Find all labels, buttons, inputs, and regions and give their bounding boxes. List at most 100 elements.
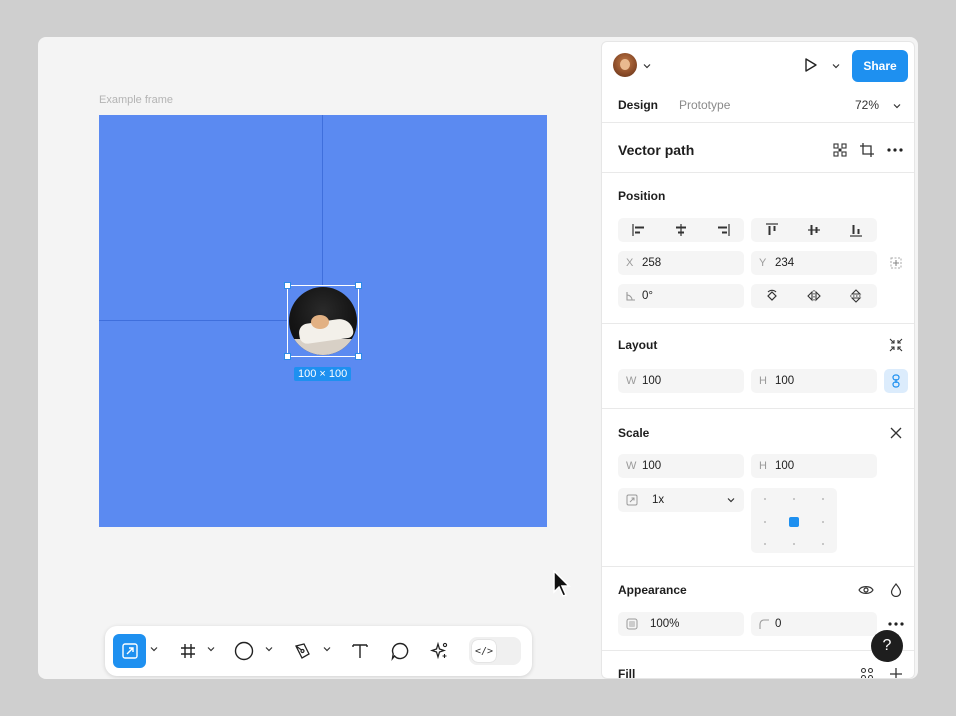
align-top-button[interactable]: [751, 218, 793, 242]
avatar[interactable]: [613, 53, 637, 77]
tab-prototype[interactable]: Prototype: [679, 98, 730, 112]
divider: [602, 122, 914, 123]
width-value: 100: [642, 460, 662, 472]
eye-icon[interactable]: [854, 578, 878, 602]
fill-title: Fill: [618, 667, 636, 679]
corner-radius-field[interactable]: 0: [751, 612, 877, 636]
divider: [602, 650, 914, 651]
more-options-icon[interactable]: [883, 138, 907, 162]
constrain-proportions-button[interactable]: [884, 369, 908, 393]
origin-dot[interactable]: [764, 498, 766, 500]
align-bottom-button[interactable]: [835, 218, 877, 242]
origin-dot[interactable]: [822, 521, 824, 523]
flip-vertical-icon: [850, 289, 862, 303]
chevron-down-icon[interactable]: [207, 645, 215, 653]
flip-horizontal-button[interactable]: [793, 284, 835, 308]
height-label: H: [759, 375, 767, 387]
chevron-down-icon[interactable]: [265, 645, 273, 653]
origin-dot[interactable]: [793, 543, 795, 545]
help-button[interactable]: ?: [871, 630, 903, 662]
x-position-field[interactable]: X 258: [618, 251, 744, 275]
scale-width-field[interactable]: W 100: [618, 454, 744, 478]
blend-mode-icon[interactable]: [884, 578, 908, 602]
chevron-down-icon[interactable]: [643, 62, 651, 70]
crop-icon[interactable]: [855, 138, 879, 162]
frame-label[interactable]: Example frame: [99, 94, 173, 106]
origin-dot[interactable]: [822, 543, 824, 545]
appearance-title: Appearance: [618, 583, 687, 597]
dev-mode-toggle[interactable]: </>: [469, 637, 521, 665]
layout-height-field[interactable]: H 100: [751, 369, 877, 393]
pen-tool-button[interactable]: [289, 634, 315, 668]
align-right-icon: [716, 224, 730, 236]
y-position-field[interactable]: Y 234: [751, 251, 877, 275]
divider: [602, 408, 914, 409]
chevron-down-icon[interactable]: [893, 102, 901, 110]
app-window: Example frame 100 × 100 </> Share Design…: [38, 37, 918, 679]
resize-handle-bottom-right[interactable]: [355, 353, 362, 360]
frame-tool-button[interactable]: [175, 634, 201, 668]
rotation-value: 0°: [642, 290, 653, 302]
align-left-icon: [632, 224, 646, 236]
resize-handle-bottom-left[interactable]: [284, 353, 291, 360]
horizontal-guide: [99, 320, 287, 321]
chevron-down-icon[interactable]: [832, 62, 840, 70]
scale-origin-picker[interactable]: [751, 488, 837, 553]
divider: [602, 323, 914, 324]
opacity-field[interactable]: 100%: [618, 612, 744, 636]
origin-dot[interactable]: [793, 498, 795, 500]
zoom-level[interactable]: 72%: [855, 98, 879, 112]
origin-dot[interactable]: [822, 498, 824, 500]
vertical-guide: [322, 115, 323, 285]
play-icon[interactable]: [803, 57, 819, 73]
align-left-button[interactable]: [618, 218, 660, 242]
move-tool-button[interactable]: [113, 634, 146, 668]
origin-dot-active[interactable]: [789, 517, 799, 527]
component-icon[interactable]: [828, 138, 852, 162]
flip-horizontal-icon: [807, 290, 821, 302]
text-tool-button[interactable]: [347, 634, 373, 668]
actions-tool-button[interactable]: [427, 634, 453, 668]
text-icon: [351, 642, 369, 660]
comment-tool-button[interactable]: [387, 634, 413, 668]
transform-group: [751, 284, 877, 308]
share-button[interactable]: Share: [852, 50, 908, 82]
align-center-button[interactable]: [660, 218, 702, 242]
layer-title: Vector path: [618, 142, 695, 158]
y-label: Y: [759, 257, 767, 269]
scale-height-field[interactable]: H 100: [751, 454, 877, 478]
rotation-icon: [626, 291, 642, 301]
comment-icon: [390, 641, 410, 661]
align-right-button[interactable]: [702, 218, 744, 242]
align-middle-button[interactable]: [793, 218, 835, 242]
constraints-icon[interactable]: [884, 251, 908, 275]
rotate-button[interactable]: [751, 284, 793, 308]
example-frame[interactable]: 100 × 100: [99, 115, 547, 527]
rotation-field[interactable]: 0°: [618, 284, 744, 308]
corner-radius-value: 0: [775, 618, 782, 630]
align-top-icon: [766, 223, 778, 237]
scale-factor-select[interactable]: 1x: [618, 488, 744, 512]
resize-handle-top-left[interactable]: [284, 282, 291, 289]
flip-vertical-button[interactable]: [835, 284, 877, 308]
origin-dot[interactable]: [764, 543, 766, 545]
origin-dot[interactable]: [764, 521, 766, 523]
selected-vector-path[interactable]: [284, 282, 362, 360]
collapse-icon[interactable]: [884, 333, 908, 357]
styles-icon[interactable]: [855, 662, 879, 678]
align-bottom-icon: [850, 223, 862, 237]
layout-width-field[interactable]: W 100: [618, 369, 744, 393]
move-icon: [121, 642, 139, 660]
ellipse-tool-button[interactable]: [231, 634, 257, 668]
tab-design[interactable]: Design: [618, 98, 658, 112]
actions-icon: [430, 641, 450, 661]
ellipse-icon: [234, 641, 254, 661]
plus-icon[interactable]: [884, 662, 908, 678]
chevron-down-icon[interactable]: [150, 645, 158, 653]
close-icon[interactable]: [884, 421, 908, 445]
bottom-toolbar: </>: [105, 626, 532, 676]
chevron-down-icon[interactable]: [323, 645, 331, 653]
mouse-cursor-icon: [552, 570, 572, 598]
resize-handle-top-right[interactable]: [355, 282, 362, 289]
width-label: W: [626, 375, 637, 387]
